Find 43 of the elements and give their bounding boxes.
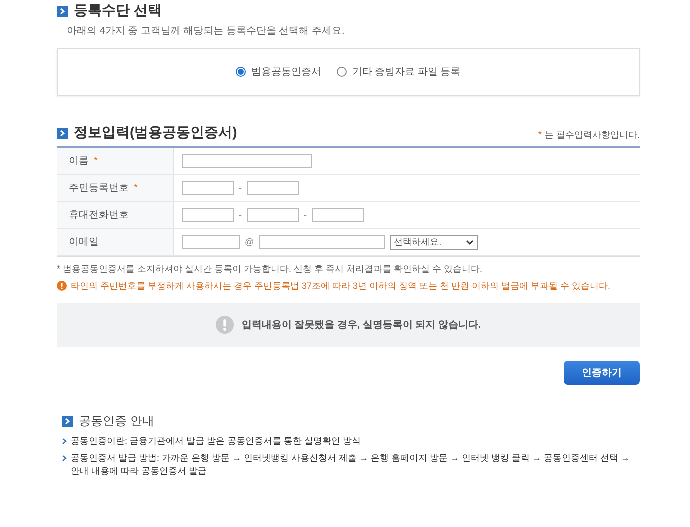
input-field[interactable]: [259, 235, 386, 249]
input-field[interactable]: [312, 208, 364, 222]
warning-text: 타인의 주민번호를 부정하게 사용하시는 경우 주민등록법 37조에 따라 3년 이하의 징역 또는 천 만원 이하의 벌금에 부과될 수 있습니다.: [71, 281, 611, 293]
input-field[interactable]: [182, 208, 234, 222]
input-field[interactable]: [182, 154, 312, 168]
section-title: 등록수단 선택: [74, 2, 162, 20]
chevron-square-icon: [62, 416, 73, 427]
alert-icon: [216, 316, 234, 334]
required-mark: *: [134, 182, 138, 194]
guide-item: 공동인증서 발급 방법: 가까운 은행 방문 → 인터넷뱅킹 사용신청서 제출 → 은행 홈페이지 방문 → 인터넷 뱅킹 클릭 → 공동인증센터 선택 → 안내 내용에 따라 공동인증서 발급: [71, 452, 632, 478]
domain-select[interactable]: 선택하세요.: [390, 234, 478, 250]
section-title: 공동인증 안내: [79, 412, 154, 430]
required-note: 는 필수입력사항입니다.: [544, 129, 640, 142]
method-option[interactable]: 범용공동인증서: [236, 65, 322, 79]
chevron-right-icon: [62, 455, 67, 462]
input-field[interactable]: [182, 235, 240, 249]
field-label: 이메일: [69, 236, 99, 249]
separator: -: [239, 183, 242, 193]
input-field[interactable]: [247, 208, 299, 222]
radio-button[interactable]: [236, 67, 246, 77]
section-title: 정보입력(범용공동인증서): [74, 124, 238, 142]
input-field[interactable]: [247, 181, 299, 195]
method-option[interactable]: 기타 증빙자료 파일 등록: [337, 65, 461, 79]
radio-button[interactable]: [337, 67, 348, 77]
warning-icon: [57, 281, 67, 291]
section-description: 아래의 4가지 중 고객님께 해당되는 등록수단을 선택해 주세요.: [67, 25, 346, 38]
guide-item: 공동인증이란: 금융기관에서 발급 받은 공동인증서를 통한 실명확인 방식: [71, 434, 362, 448]
field-label: 주민등록번호: [69, 182, 129, 195]
separator: -: [304, 210, 307, 220]
field-label: 이름: [69, 155, 89, 168]
separator: @: [245, 237, 254, 247]
field-label: 휴대전화번호: [69, 209, 129, 222]
chevron-square-icon: [57, 128, 68, 138]
separator: -: [239, 210, 242, 220]
verify-button[interactable]: 인증하기: [564, 360, 640, 385]
required-mark: *: [538, 130, 542, 141]
info-note: * 범용공동인증서를 소지하셔야 실시간 등록이 가능합니다. 신청 후 즉시 처리결과를 확인하실 수 있습니다.: [57, 263, 484, 276]
chevron-right-icon: [62, 438, 67, 445]
input-field[interactable]: [182, 181, 234, 195]
required-mark: *: [94, 156, 98, 166]
alert-text: 입력내용이 잘못됐을 경우, 실명등록이 되지 않습니다.: [242, 318, 482, 332]
chevron-square-icon: [57, 6, 68, 16]
chevron-down-icon: [466, 240, 474, 244]
